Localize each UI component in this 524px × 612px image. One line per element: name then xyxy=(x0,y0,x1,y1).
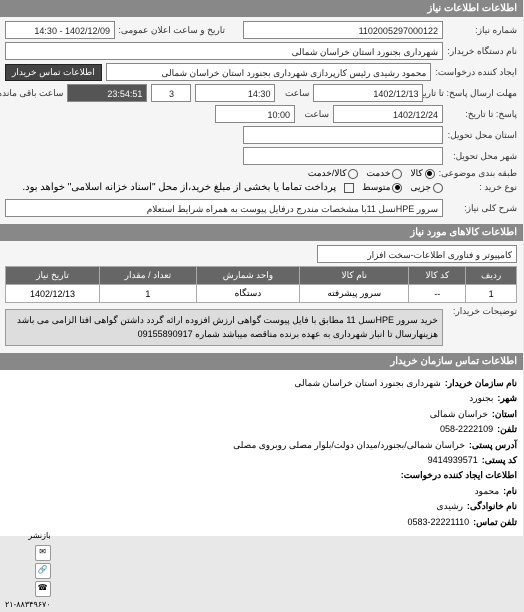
cell-idx: 1 xyxy=(467,285,518,303)
contact-info-header: اطلاعات تماس سازمان خریدار xyxy=(0,353,524,370)
col-date: تاریخ نیاز xyxy=(7,267,101,285)
response-date-value: 1402/12/13 xyxy=(314,84,424,102)
contact-address-label: آدرس پستی: xyxy=(470,438,518,452)
cell-unit: دستگاه xyxy=(197,285,300,303)
goods-info-body: کامپیوتر و فناوری اطلاعات-سخت افزار ردیف… xyxy=(0,241,524,353)
share-icon-1[interactable]: ✉ xyxy=(36,545,52,561)
radio-service[interactable]: خدمت xyxy=(367,168,403,179)
contact-phone-value: 058-2222109 xyxy=(441,422,494,436)
response-deadline-label: مهلت ارسال پاسخ: تا تاریخ: xyxy=(428,88,518,99)
subject-class-label: طبقه بندی موضوعی: xyxy=(440,168,518,179)
goods-table: ردیف کد کالا نام کالا واحد شمارش تعداد /… xyxy=(6,266,518,303)
contact-name-label: نام: xyxy=(504,484,518,498)
province-value xyxy=(244,126,444,144)
buyer-desc-label: توضیحات خریدار: xyxy=(448,306,518,317)
city-label: شهر محل تحویل: xyxy=(448,151,518,162)
requester-label: ایجاد کننده درخواست: xyxy=(436,67,518,78)
answer-time-value: 10:00 xyxy=(216,105,296,123)
buyer-desc-value: خرید سرور HPEنسل 11 مطابق با فایل پیوست … xyxy=(6,309,444,346)
col-unit: واحد شمارش xyxy=(197,267,300,285)
answer-date-label: پاسخ: تا تاریخ: xyxy=(448,109,518,120)
province-label: استان محل تحویل: xyxy=(448,130,518,141)
goods-info-header: اطلاعات کالاهای مورد نیاز xyxy=(0,224,524,241)
col-qty: تعداد / مقدار xyxy=(101,267,198,285)
radio-both[interactable]: کالا/خدمت xyxy=(309,168,360,179)
contact-phone2-value: 0583-22221110 xyxy=(408,515,470,529)
city-value xyxy=(244,147,444,165)
radio-icon xyxy=(434,183,444,193)
radio-service-label: خدمت xyxy=(367,168,391,179)
contact-province-value: خراسان شمالی xyxy=(431,407,489,421)
contact-name-value: محمود xyxy=(476,484,501,498)
buyer-contact-button[interactable]: اطلاعات تماس خریدار xyxy=(6,64,103,81)
response-days-value: 3 xyxy=(152,84,192,102)
answer-date-value: 1402/12/24 xyxy=(334,105,444,123)
radio-medium[interactable]: متوسط xyxy=(363,182,403,193)
need-info-header: اطلاعات اطلاعات نیاز xyxy=(0,0,524,17)
radio-icon xyxy=(349,169,359,179)
share-icon-3[interactable]: ☎ xyxy=(36,581,52,597)
col-code: کد کالا xyxy=(410,267,467,285)
cell-name: سرور پیشرفته xyxy=(301,285,410,303)
time-label-1: ساعت xyxy=(280,88,310,99)
radio-small[interactable]: جزیی xyxy=(411,182,444,193)
contact-address-value: خراسان شمالی/بجنورد/میدان دولت/بلوار مصل… xyxy=(234,438,466,452)
need-title-value: سرور HPEنسل 11با مشخصات مندرج درفایل پیو… xyxy=(6,199,444,217)
contact-family-label: نام خانوادگی: xyxy=(468,499,518,513)
radio-icon xyxy=(393,169,403,179)
requester-value: محمود رشیدی رئیس کارپردازی شهرداری بجنور… xyxy=(107,63,433,81)
contact-province-label: استان: xyxy=(493,407,518,421)
purchase-type-label: نوع خرید : xyxy=(448,182,518,193)
req-number-label: شماره نیاز: xyxy=(448,25,518,36)
contact-postal-value: 9414939571 xyxy=(429,453,479,467)
radio-small-label: جزیی xyxy=(411,182,432,193)
share-icon-2[interactable]: 🔗 xyxy=(36,563,52,579)
subject-class-radios: کالا خدمت کالا/خدمت xyxy=(309,168,436,179)
response-time-value: 14:30 xyxy=(196,84,276,102)
share-icons: بازنشر ✉ 🔗 ☎ ۲۱-۸۸۳۴۹۶۷۰ xyxy=(6,530,52,612)
contact-phone2-label: تلفن تماس: xyxy=(474,515,518,529)
buyer-org-value: شهرداری بجنورد استان خراسان شمالی xyxy=(6,42,444,60)
countdown-value: 23:54:51 xyxy=(68,84,148,102)
cell-code: -- xyxy=(410,285,467,303)
radio-icon xyxy=(426,169,436,179)
category-value: کامپیوتر و فناوری اطلاعات-سخت افزار xyxy=(318,245,518,263)
need-info-body: شماره نیاز: 1102005297000122 تاریخ و ساع… xyxy=(0,17,524,224)
contact-info-body: نام سازمان خریدار: شهرداری بجنورد استان … xyxy=(0,370,524,536)
contact-org-label: نام سازمان خریدار: xyxy=(446,376,518,390)
contact-org-value: شهرداری بجنورد استان خراسان شمالی xyxy=(295,376,441,390)
purchase-type-radios: جزیی متوسط پرداخت تماما یا بخشی از مبلغ … xyxy=(23,182,444,193)
remaining-label: ساعت باقی مانده xyxy=(6,88,64,99)
treasury-note: پرداخت تماما یا بخشی از مبلغ خرید،از محل… xyxy=(23,182,337,193)
radio-icon xyxy=(393,183,403,193)
contact-phone-label: تلفن: xyxy=(498,422,518,436)
col-name: نام کالا xyxy=(301,267,410,285)
radio-both-label: کالا/خدمت xyxy=(309,168,348,179)
radio-goods-label: کالا xyxy=(411,168,423,179)
contact-family-value: رشیدی xyxy=(438,499,464,513)
req-creator-label: اطلاعات ایجاد کننده درخواست: xyxy=(402,468,518,482)
share-label: بازنشر xyxy=(6,530,52,543)
share-phone: ۲۱-۸۸۳۴۹۶۷۰ xyxy=(6,599,52,612)
contact-postal-label: کد پستی: xyxy=(483,453,518,467)
contact-city-label: شهر: xyxy=(498,391,518,405)
radio-goods[interactable]: کالا xyxy=(411,168,435,179)
pub-datetime-value: 1402/12/09 - 14:30 xyxy=(6,21,116,39)
contact-city-value: بجنورد xyxy=(470,391,494,405)
table-header-row: ردیف کد کالا نام کالا واحد شمارش تعداد /… xyxy=(7,267,518,285)
pub-datetime-label: تاریخ و ساعت اعلان عمومی: xyxy=(120,25,226,36)
buyer-org-label: نام دستگاه خریدار: xyxy=(448,46,518,57)
col-idx: ردیف xyxy=(467,267,518,285)
need-title-label: شرح کلی نیاز: xyxy=(448,203,518,214)
cell-date: 1402/12/13 xyxy=(7,285,101,303)
radio-medium-label: متوسط xyxy=(363,182,391,193)
time-label-2: ساعت xyxy=(300,109,330,120)
table-row[interactable]: 1 -- سرور پیشرفته دستگاه 1 1402/12/13 xyxy=(7,285,518,303)
treasury-checkbox[interactable] xyxy=(345,183,355,193)
cell-qty: 1 xyxy=(101,285,198,303)
req-number-value: 1102005297000122 xyxy=(244,21,444,39)
